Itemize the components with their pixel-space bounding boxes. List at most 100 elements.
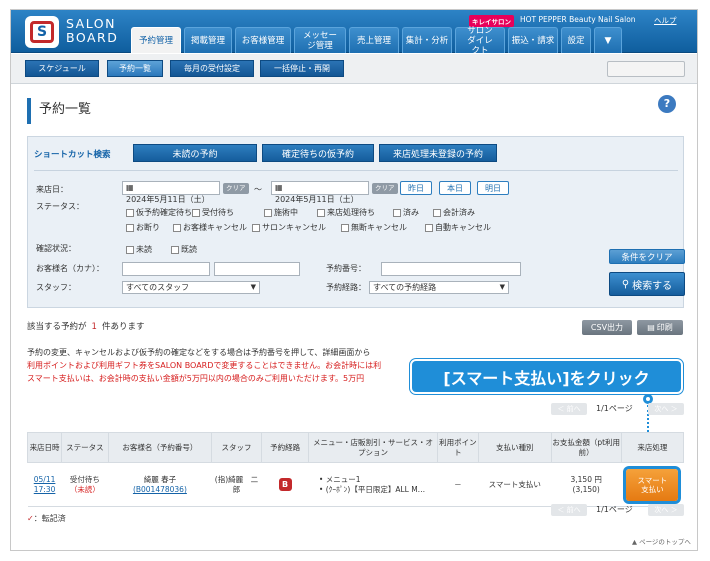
next-button[interactable]: 次へ ＞ xyxy=(648,403,684,415)
help-icon[interactable]: ? xyxy=(658,95,676,113)
csv-export-button[interactable]: CSV出力 xyxy=(582,320,632,335)
route-label: 予約経路： xyxy=(326,283,366,292)
subnav-monthly-settings[interactable]: 毎月の受付設定 xyxy=(170,60,254,77)
nav-more-icon[interactable]: ▼ xyxy=(594,27,622,53)
status-checkbox[interactable]: お断り xyxy=(126,222,160,233)
status-checkbox[interactable]: 施術中 xyxy=(264,207,298,218)
next-button[interactable]: 次へ ＞ xyxy=(648,504,684,516)
date-from-clear[interactable]: クリア xyxy=(223,183,249,194)
print-icon: ▤ xyxy=(647,323,655,332)
subnav-reservation-list[interactable]: 予約一覧 xyxy=(107,60,163,77)
nav-reservation[interactable]: 予約管理 xyxy=(131,27,181,53)
staff-select[interactable]: すべてのスタッフ ▼ xyxy=(122,281,260,294)
col-amount: お支払金額（pt利用前） xyxy=(550,432,622,463)
status-checkbox[interactable]: お客様キャンセル xyxy=(173,222,247,233)
notice-line-red: 利用ポイントおよび利用ギフト券をSALON BOARDで変更することはできません… xyxy=(27,361,382,370)
header-search-input[interactable] xyxy=(607,61,685,77)
customer-first-name-input[interactable] xyxy=(214,262,300,276)
nav-customer[interactable]: お客様管理 xyxy=(235,27,291,53)
yesterday-button[interactable]: 昨日 xyxy=(400,181,432,195)
nav-sales[interactable]: 売上管理 xyxy=(349,27,399,53)
notice-line-red: スマート支払いは、お会計時の支払い金額が5万円以内の場合のみご利用いただけます。… xyxy=(27,374,365,383)
calendar-icon: ▦ xyxy=(126,183,134,192)
status-checkbox[interactable]: 来店処理待ち xyxy=(317,207,375,218)
payment-type-cell: スマート支払い xyxy=(478,462,551,507)
date-from-field[interactable]: ▦ 2024年5月11日（土） xyxy=(122,181,220,204)
top-header: S SALON BOARD キレイサロン HOT PEPPER Beauty Na… xyxy=(11,10,697,56)
customer-name-label: お客様名（カナ）： xyxy=(36,264,104,273)
notice-line: 予約の変更、キャンセルおよび仮予約の確定などをする場合は予約番号を押して、詳細画… xyxy=(27,348,371,357)
table-row: 05/11 17:30 受付待ち （未読） 綺麗 春子 (B001478036) (指… xyxy=(27,462,684,507)
subnav-schedule[interactable]: スケジュール xyxy=(25,60,99,77)
date-to-field[interactable]: ▦ 2024年5月11日（土） xyxy=(271,181,369,204)
route-cell: B xyxy=(261,462,309,507)
col-staff[interactable]: スタッフ xyxy=(211,432,262,463)
col-date[interactable]: 来店日時 xyxy=(26,432,63,463)
reservation-no-input[interactable] xyxy=(381,262,521,276)
confirm-label: 確認状況： xyxy=(36,244,76,253)
hotpepper-route-icon: B xyxy=(278,478,292,491)
date-tilde: 〜 xyxy=(254,185,262,194)
prev-button[interactable]: ＜ 前へ xyxy=(551,403,587,415)
shortcut-unread[interactable]: 未読の予約 xyxy=(133,144,257,162)
col-points: 利用ポイント xyxy=(436,432,480,463)
nav-salon-direct[interactable]: サロンダイレクト xyxy=(455,26,505,56)
nav-billing[interactable]: 振込・請求 xyxy=(508,27,558,53)
nav-analytics[interactable]: 集計・分析 xyxy=(402,27,452,53)
app-frame: S SALON BOARD キレイサロン HOT PEPPER Beauty Na… xyxy=(10,9,698,551)
reservation-number-link[interactable]: (B001478036) xyxy=(108,485,211,495)
smart-payment-button[interactable]: スマート支払い xyxy=(626,468,679,501)
chevron-down-icon: ▼ xyxy=(250,283,256,291)
shortcut-label: ショートカット検索 xyxy=(34,150,111,160)
col-status[interactable]: ステータス xyxy=(61,432,109,463)
status-checkbox[interactable]: 自動キャンセル xyxy=(425,222,491,233)
col-customer[interactable]: お客様名（予約番号） xyxy=(107,432,213,463)
col-menu: メニュー・店販割引・サービス・オプション xyxy=(308,432,438,463)
read-checkbox[interactable]: 既読 xyxy=(171,244,197,255)
unread-checkbox[interactable]: 未読 xyxy=(126,244,152,255)
visit-datetime[interactable]: 05/11 17:30 xyxy=(27,462,62,507)
reservation-status: 受付待ち （未読） xyxy=(61,462,109,507)
salon-board-logo[interactable]: S xyxy=(25,16,59,48)
shortcut-pending[interactable]: 確定待ちの仮予約 xyxy=(262,144,374,162)
nav-settings[interactable]: 設定 xyxy=(561,27,591,53)
col-payment-type: 支払い種別 xyxy=(478,432,552,463)
print-button[interactable]: ▤ 印刷 xyxy=(637,320,683,335)
col-action: 来店処理 xyxy=(620,432,685,463)
divider xyxy=(34,170,678,171)
page-title: 予約一覧 xyxy=(27,98,91,124)
result-count: 該当する予約が 1 件あります xyxy=(27,322,145,332)
today-button[interactable]: 本日 xyxy=(439,181,471,195)
clear-conditions-button[interactable]: 条件をクリア xyxy=(609,249,685,264)
sub-nav: スケジュール 予約一覧 毎月の受付設定 一括停止・再開 xyxy=(11,54,697,84)
status-label: ステータス： xyxy=(36,202,84,211)
prev-button[interactable]: ＜ 前へ xyxy=(551,504,587,516)
customer-last-name-input[interactable] xyxy=(122,262,210,276)
amount-cell: 3,150 円 (3,150) xyxy=(551,462,622,507)
status-checkbox[interactable]: 仮予約確定待ち xyxy=(126,207,192,218)
col-route[interactable]: 予約経路 xyxy=(260,432,310,463)
subnav-bulk-stop[interactable]: 一括停止・再開 xyxy=(260,60,344,77)
shortcut-unregistered[interactable]: 来店処理未登録の予約 xyxy=(379,144,497,162)
status-checkbox[interactable]: サロンキャンセル xyxy=(252,222,326,233)
search-button[interactable]: ⚲ 検索する xyxy=(609,272,685,296)
route-select[interactable]: すべての予約経路 ▼ xyxy=(369,281,509,294)
staff-label: スタッフ： xyxy=(36,283,76,292)
tomorrow-button[interactable]: 明日 xyxy=(477,181,509,195)
status-checkbox[interactable]: 会計済み xyxy=(433,207,475,218)
date-to-clear[interactable]: クリア xyxy=(372,183,398,194)
instruction-callout: [スマート支払い]をクリック xyxy=(410,359,683,394)
page-top-link[interactable]: ▲ ページのトップへ xyxy=(632,536,691,546)
page-indicator: 1/1ページ xyxy=(596,505,633,514)
status-checkbox[interactable]: 済み xyxy=(393,207,419,218)
salon-name: HOT PEPPER Beauty Nail Salon xyxy=(520,15,636,24)
status-checkbox[interactable]: 受付待ち xyxy=(192,207,234,218)
calendar-icon: ▦ xyxy=(275,183,283,192)
table-header-row: 来店日時 ステータス お客様名（予約番号） スタッフ 予約経路 メニュー・店販割… xyxy=(26,432,685,463)
nav-message[interactable]: メッセージ管理 xyxy=(294,27,346,53)
status-checkbox[interactable]: 無断キャンセル xyxy=(341,222,407,233)
nav-listing[interactable]: 掲載管理 xyxy=(184,27,232,53)
help-link[interactable]: ヘルプ xyxy=(654,15,677,26)
pager-bottom: ＜ 前へ 1/1ページ 次へ ＞ xyxy=(551,504,684,516)
reservation-table: 来店日時 ステータス お客様名（予約番号） スタッフ 予約経路 メニュー・店販割… xyxy=(26,432,685,507)
